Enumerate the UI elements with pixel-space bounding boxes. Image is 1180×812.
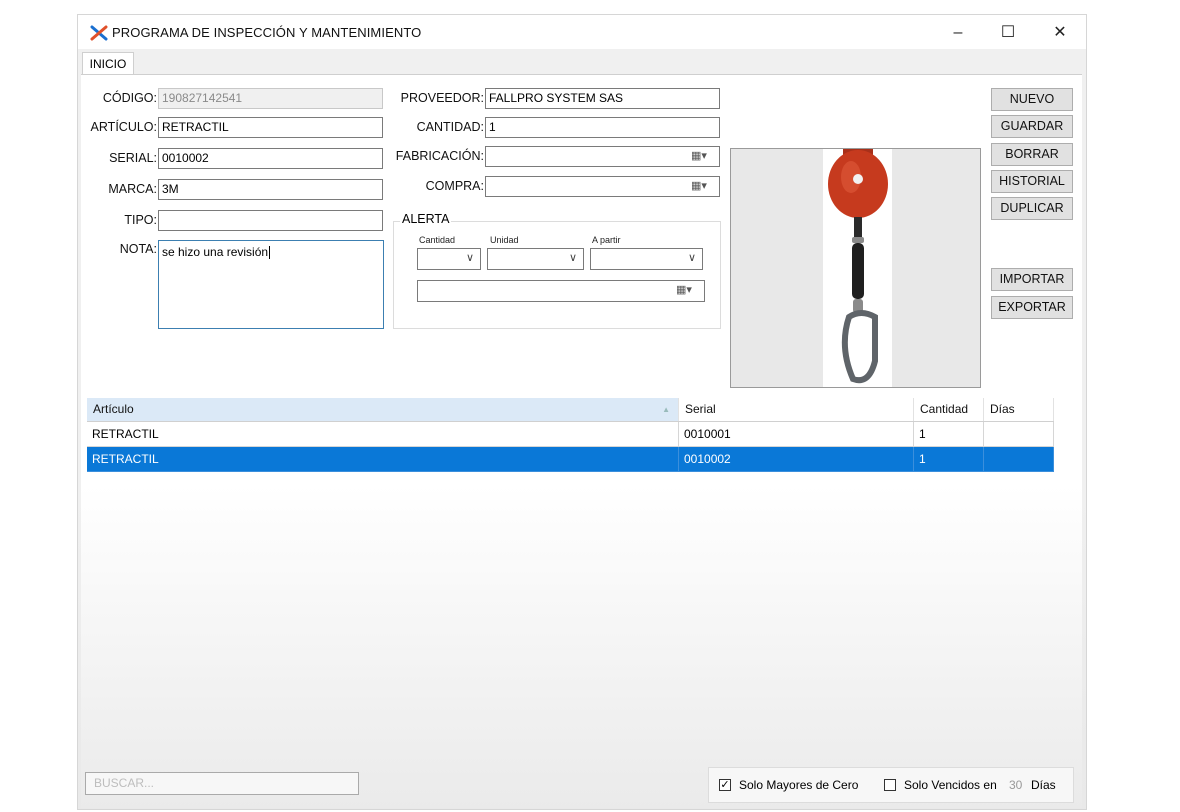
filter-group: ✓ Solo Mayores de Cero Solo Vencidos en …	[708, 767, 1074, 803]
cell-serial: 0010001	[679, 422, 914, 447]
fabricacion-label: FABRICACIÓN:	[395, 149, 484, 163]
codigo-label: CÓDIGO:	[102, 91, 157, 105]
window-title: PROGRAMA DE INSPECCIÓN Y MANTENIMIENTO	[112, 25, 422, 40]
proveedor-field[interactable]: FALLPRO SYSTEM SAS	[485, 88, 720, 109]
column-header-articulo[interactable]: Artículo ▲	[87, 398, 679, 421]
tab-inicio[interactable]: INICIO	[82, 52, 134, 75]
serial-label: SERIAL:	[109, 151, 157, 165]
close-button[interactable]: ✕	[1040, 21, 1080, 45]
serial-field[interactable]: 0010002	[158, 148, 383, 169]
compra-label: COMPRA:	[425, 179, 484, 193]
historial-button[interactable]: HISTORIAL	[991, 170, 1073, 193]
chevron-down-icon: ∨	[687, 252, 696, 264]
column-header-dias[interactable]: Días	[984, 398, 1054, 421]
tipo-field[interactable]	[158, 210, 383, 231]
main-panel: CÓDIGO: 190827142541 ARTÍCULO: RETRACTIL…	[81, 74, 1082, 808]
column-header-cantidad[interactable]: Cantidad	[914, 398, 984, 421]
solo-mayores-label: Solo Mayores de Cero	[739, 778, 859, 792]
compra-datepicker[interactable]: ▦▾	[485, 176, 720, 197]
dias-value[interactable]: 30	[1009, 778, 1022, 792]
marca-label: MARCA:	[108, 182, 157, 196]
search-input[interactable]: BUSCAR...	[85, 772, 359, 795]
calendar-dropdown-icon[interactable]: ▦▾	[676, 284, 698, 297]
table-row-selected[interactable]: RETRACTIL 0010002 1	[87, 447, 1054, 472]
chevron-down-icon: ∨	[465, 252, 474, 264]
cantidad-field[interactable]: 1	[485, 117, 720, 138]
product-image-box	[730, 148, 981, 388]
borrar-button[interactable]: BORRAR	[991, 143, 1073, 166]
solo-vencidos-label: Solo Vencidos en	[904, 778, 997, 792]
cell-dias	[984, 422, 1054, 447]
cell-articulo: RETRACTIL	[87, 422, 679, 447]
minimize-button[interactable]: –	[938, 21, 978, 45]
calendar-dropdown-icon[interactable]: ▦▾	[691, 150, 713, 163]
marca-field[interactable]: 3M	[158, 179, 383, 200]
app-tools-icon	[90, 25, 108, 41]
maximize-button[interactable]: ☐	[988, 21, 1028, 45]
proveedor-label: PROVEEDOR:	[400, 91, 484, 105]
solo-mayores-checkbox[interactable]: ✓	[719, 779, 731, 791]
articulo-field[interactable]: RETRACTIL	[158, 117, 383, 138]
retractable-fall-arrester-icon	[828, 149, 888, 384]
app-window: PROGRAMA DE INSPECCIÓN Y MANTENIMIENTO –…	[77, 14, 1087, 810]
table-row[interactable]: RETRACTIL 0010001 1	[87, 422, 1054, 447]
alerta-cantidad-combo[interactable]: ∨	[417, 248, 481, 270]
alerta-unidad-combo[interactable]: ∨	[487, 248, 584, 270]
tipo-label: TIPO:	[124, 213, 157, 227]
alerta-apartir-label: A partir	[592, 235, 621, 245]
articulo-label: ARTÍCULO:	[90, 120, 157, 134]
importar-button[interactable]: IMPORTAR	[991, 268, 1073, 291]
fabricacion-datepicker[interactable]: ▦▾	[485, 146, 720, 167]
duplicar-button[interactable]: DUPLICAR	[991, 197, 1073, 220]
cantidad-label: CANTIDAD:	[416, 120, 484, 134]
cell-dias	[984, 447, 1054, 472]
alerta-unidad-label: Unidad	[490, 235, 519, 245]
solo-vencidos-checkbox[interactable]	[884, 779, 896, 791]
text-caret	[269, 246, 271, 260]
exportar-button[interactable]: EXPORTAR	[991, 296, 1073, 319]
chevron-down-icon: ∨	[568, 252, 577, 264]
cell-cantidad: 1	[914, 447, 984, 472]
guardar-button[interactable]: GUARDAR	[991, 115, 1073, 138]
calendar-dropdown-icon[interactable]: ▦▾	[691, 180, 713, 193]
alerta-title: ALERTA	[400, 212, 452, 226]
codigo-field: 190827142541	[158, 88, 383, 109]
nota-label: NOTA:	[119, 242, 157, 256]
sort-ascending-icon: ▲	[662, 405, 670, 414]
column-header-serial[interactable]: Serial	[679, 398, 914, 421]
cell-serial: 0010002	[679, 447, 914, 472]
alerta-fecha-datepicker[interactable]: ▦▾	[417, 280, 705, 302]
nota-textarea[interactable]: se hizo una revisión	[158, 240, 384, 329]
title-bar[interactable]: PROGRAMA DE INSPECCIÓN Y MANTENIMIENTO –…	[78, 15, 1086, 49]
cell-articulo: RETRACTIL	[87, 447, 679, 472]
dias-label: Días	[1031, 778, 1056, 792]
nuevo-button[interactable]: NUEVO	[991, 88, 1073, 111]
alerta-cantidad-label: Cantidad	[419, 235, 456, 245]
nota-text: se hizo una revisión	[162, 245, 269, 259]
table-header: Artículo ▲ Serial Cantidad Días	[87, 398, 1054, 422]
alerta-apartir-combo[interactable]: ∨	[590, 248, 703, 270]
cell-cantidad: 1	[914, 422, 984, 447]
